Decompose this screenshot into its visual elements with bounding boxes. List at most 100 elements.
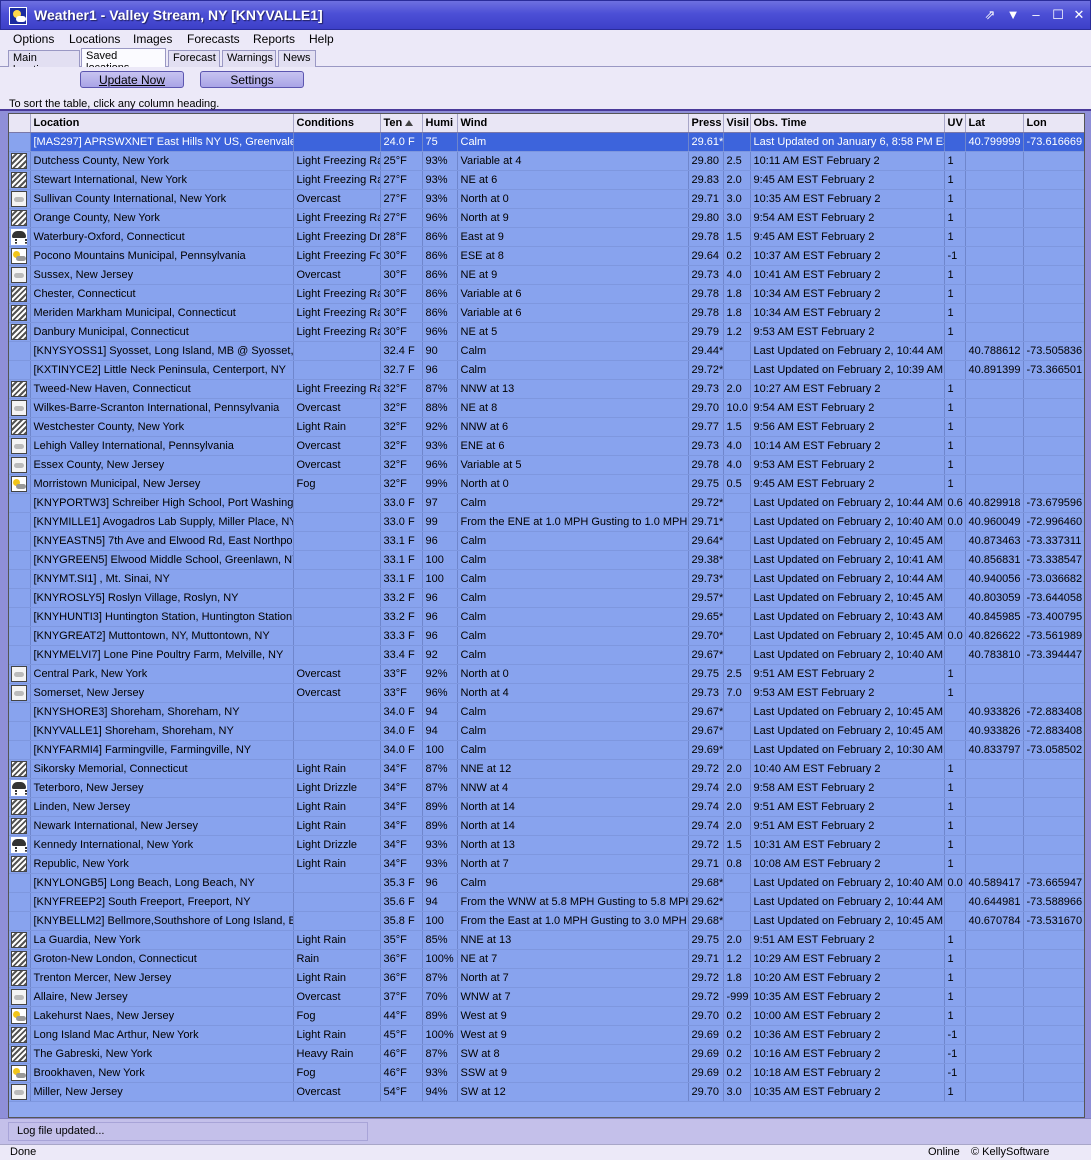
rain-icon (11, 304, 28, 321)
update-now-button[interactable]: Update Now (80, 71, 184, 88)
table-row[interactable]: Waterbury-Oxford, Connecticut Light Freez… (9, 227, 1084, 247)
table-row[interactable]: Kennedy International, New York Light Dri… (9, 835, 1084, 855)
chevron-down-icon[interactable]: ▼ (1004, 7, 1022, 22)
menu-forecasts[interactable]: Forecasts (187, 32, 240, 46)
cell-lat (965, 284, 1024, 304)
col-visibility[interactable]: Visil (723, 114, 751, 133)
table-row[interactable]: Sussex, New Jersey Overcast 30°F 86% NE at 9… (9, 265, 1084, 285)
table-row[interactable]: Wilkes-Barre-Scranton International, Pen… (9, 398, 1084, 418)
cell-uv: 1 (944, 854, 966, 874)
table-row[interactable]: Danbury Municipal, Connecticut Light Free… (9, 322, 1084, 342)
table-row[interactable]: Central Park, New York Overcast 33°F 92% Nor… (9, 664, 1084, 684)
table-row[interactable]: Newark International, New Jersey Light Ra… (9, 816, 1084, 836)
table-row[interactable]: Miller, New Jersey Overcast 54°F 94% SW at 1… (9, 1082, 1084, 1102)
tab-forecast[interactable]: Forecast (168, 50, 220, 67)
cell-vis (723, 588, 751, 608)
table-row[interactable]: Republic, New York Light Rain 34°F 93% North… (9, 854, 1084, 874)
rain-icon (11, 950, 28, 967)
col-lat[interactable]: Lat (965, 114, 1024, 133)
table-row[interactable]: [MAS297] APRSWXNET East Hills NY US, Gre… (9, 132, 1084, 152)
cell-obs: 10:08 AM EST February 2 (750, 854, 945, 874)
cell-obs: 9:51 AM EST February 2 (750, 930, 945, 950)
table-row[interactable]: [KNYGREEN5] Elwood Middle School, Greenl… (9, 550, 1084, 570)
table-row[interactable]: Lehigh Valley International, Pennsylvani… (9, 436, 1084, 456)
table-row[interactable]: [KNYBELLM2] Bellmore,Southshore of Long … (9, 911, 1084, 931)
cell-loc: Lakehurst Naes, New Jersey (30, 1006, 294, 1026)
cell-wind: North at 0 (457, 664, 689, 684)
table-row[interactable]: [KNYFARMI4] Farmingville, Farmingville, … (9, 740, 1084, 760)
cell-cond: Overcast (293, 683, 381, 703)
cell-obs: 10:29 AM EST February 2 (750, 949, 945, 969)
table-row[interactable]: Sullivan County International, New York O… (9, 189, 1084, 209)
table-row[interactable]: Tweed-New Haven, Connecticut Light Freezi… (9, 379, 1084, 399)
pin-icon[interactable]: ⇗ (981, 7, 999, 23)
table-row[interactable]: Stewart International, New York Light Fre… (9, 170, 1084, 190)
table-row[interactable]: Groton-New London, Connecticut Rain 36°F 10… (9, 949, 1084, 969)
table-row[interactable]: Trenton Mercer, New Jersey Light Rain 36°F… (9, 968, 1084, 988)
table-row[interactable]: Long Island Mac Arthur, New York Light Ra… (9, 1025, 1084, 1045)
cell-wind: Calm (457, 569, 689, 589)
table-row[interactable]: [KNYMT.SI1] , Mt. Sinai, NY 33.1 F 100 Calm… (9, 569, 1084, 589)
table-row[interactable]: Meriden Markham Municipal, Connecticut Li… (9, 303, 1084, 323)
table-row[interactable]: Sikorsky Memorial, Connecticut Light Rain… (9, 759, 1084, 779)
table-row[interactable]: Morristown Municipal, New Jersey Fog 32°F 9… (9, 474, 1084, 494)
table-row[interactable]: Brookhaven, New York Fog 46°F 93% SSW at 9 29… (9, 1063, 1084, 1083)
menu-images[interactable]: Images (133, 32, 172, 46)
table-row[interactable]: Westchester County, New York Light Rain 32… (9, 417, 1084, 437)
col-pressure[interactable]: Press (688, 114, 724, 133)
table-row[interactable]: Essex County, New Jersey Overcast 32°F 96% V… (9, 455, 1084, 475)
col-uv[interactable]: UV (944, 114, 966, 133)
col-location[interactable]: Location (30, 114, 294, 133)
col-wind[interactable]: Wind (457, 114, 689, 133)
table-row[interactable]: Dutchess County, New York Light Freezing … (9, 151, 1084, 171)
table-row[interactable]: [KNYEASTN5] 7th Ave and Elwood Rd, East … (9, 531, 1084, 551)
col-lon[interactable]: Lon (1023, 114, 1084, 133)
table-row[interactable]: Pocono Mountains Municipal, Pennsylvania… (9, 246, 1084, 266)
tab-news[interactable]: News (278, 50, 316, 67)
col-obs-time[interactable]: Obs. Time (750, 114, 945, 133)
table-row[interactable]: Lakehurst Naes, New Jersey Fog 44°F 89% West… (9, 1006, 1084, 1026)
online-status: Online (928, 1146, 960, 1158)
menu-help[interactable]: Help (309, 32, 334, 46)
table-row[interactable]: Allaire, New Jersey Overcast 37°F 70% WNW at… (9, 987, 1084, 1007)
cell-wind: NE at 9 (457, 265, 689, 285)
table-row[interactable]: [KNYROSLY5] Roslyn Village, Roslyn, NY 33… (9, 588, 1084, 608)
table-row[interactable]: [KNYSHORE3] Shoreham, Shoreham, NY 34.0 F… (9, 702, 1084, 722)
cell-temp: 33.2 F (380, 607, 423, 627)
tab-main-location[interactable]: Main location (8, 50, 80, 76)
table-row[interactable]: [KNYHUNTI3] Huntington Station, Huntingt… (9, 607, 1084, 627)
table-row[interactable]: Linden, New Jersey Light Rain 34°F 89% North… (9, 797, 1084, 817)
col-temp[interactable]: Ten (380, 114, 423, 133)
table-row[interactable]: [KXTINYCE2] Little Neck Peninsula, Cente… (9, 360, 1084, 380)
table-row[interactable]: [KNYFREEP2] South Freeport, Freeport, NY… (9, 892, 1084, 912)
table-row[interactable]: Orange County, New YorkLight Freezing Ra… (9, 208, 1084, 228)
row-icon-cell (9, 1006, 31, 1026)
menu-options[interactable]: Options (13, 32, 54, 46)
menu-locations[interactable]: Locations (69, 32, 120, 46)
table-row[interactable]: Somerset, New Jersey Overcast 33°F 96% North… (9, 683, 1084, 703)
tab-saved-locations[interactable]: Saved locations (81, 48, 166, 74)
col-humidity[interactable]: Humi (422, 114, 458, 133)
col-icon[interactable] (9, 114, 31, 133)
maximize-icon[interactable]: ☐ (1049, 7, 1067, 23)
col-conditions[interactable]: Conditions (293, 114, 381, 133)
settings-button[interactable]: Settings (200, 71, 304, 88)
table-row[interactable]: [KNYVALLE1] Shoreham, Shoreham, NY 34.0 F… (9, 721, 1084, 741)
table-row[interactable]: Chester, ConnecticutLight Freezing Rain3… (9, 284, 1084, 304)
table-row[interactable]: [KNYGREAT2] Muttontown, NY, Muttontown, … (9, 626, 1084, 646)
rain-icon (11, 760, 28, 777)
close-icon[interactable]: ✕ (1070, 7, 1088, 23)
cell-press: 29.67* (688, 721, 724, 741)
minimize-icon[interactable]: – (1027, 7, 1045, 22)
table-row[interactable]: [KNYLONGB5] Long Beach, Long Beach, NY 35… (9, 873, 1084, 893)
table-row[interactable]: Teterboro, New Jersey Light Drizzle 34°F 87… (9, 778, 1084, 798)
overcast-icon (11, 1083, 28, 1100)
table-row[interactable]: The Gabreski, New York Heavy Rain 46°F 87% S… (9, 1044, 1084, 1064)
tab-warnings[interactable]: Warnings (222, 50, 276, 67)
menu-reports[interactable]: Reports (253, 32, 295, 46)
table-row[interactable]: [KNYSYOSS1] Syosset, Long Island, MB @ S… (9, 341, 1084, 361)
table-row[interactable]: [KNYPORTW3] Schreiber High School, Port … (9, 493, 1084, 513)
table-row[interactable]: La Guardia, New York Light Rain 35°F 85% NNE… (9, 930, 1084, 950)
table-row[interactable]: [KNYMILLE1] Avogadros Lab Supply, Miller… (9, 512, 1084, 532)
table-row[interactable]: [KNYMELVI7] Lone Pine Poultry Farm, Melv… (9, 645, 1084, 665)
